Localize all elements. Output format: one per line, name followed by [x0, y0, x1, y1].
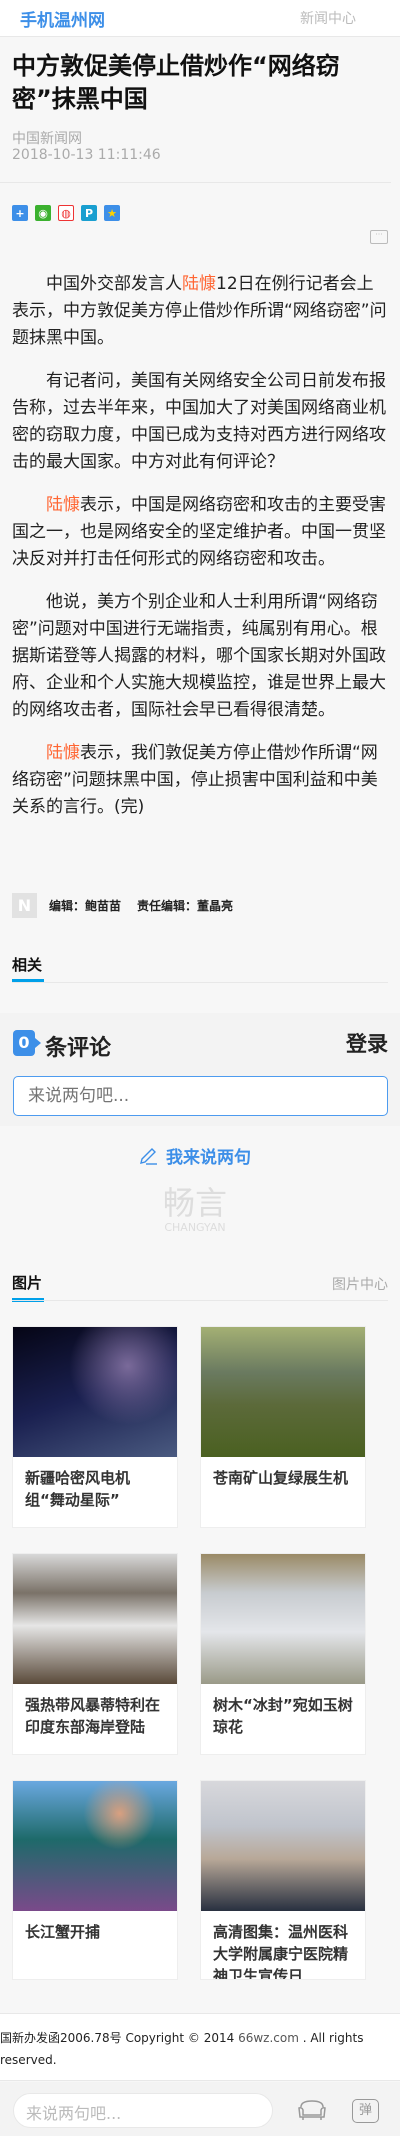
photo-card[interactable]: 强热带风暴蒂特利在印度东部海岸登陆: [12, 1553, 178, 1755]
person-link[interactable]: 陆慷: [182, 274, 216, 294]
text: 他说，美方个别企业和人士利用所谓“网络窃密”问题对中国进行无端指责，纯属别有用心…: [12, 592, 386, 720]
write-comment-button[interactable]: 我来说两句: [138, 1143, 251, 1168]
write-comment-label: 我来说两句: [166, 1148, 251, 1168]
top-bar: 手机温州网 新闻中心: [0, 0, 400, 37]
site-logo[interactable]: 手机温州网: [20, 6, 105, 31]
photo-card[interactable]: 苍南矿山复绿展生机: [200, 1326, 366, 1528]
article-body: 中国外交部发言人陆慷12日在例行记者会上表示，中方敦促美方停止借炒作所谓“网络窃…: [12, 271, 388, 837]
comment-input[interactable]: [13, 1076, 388, 1116]
photo-card[interactable]: 树木“冰封”宛如玉树琼花: [200, 1553, 366, 1755]
wechat-icon[interactable]: ◉: [35, 205, 51, 221]
photo-image: [13, 1554, 177, 1684]
site-link[interactable]: 66wz.com: [238, 2031, 299, 2045]
editor-info: N 编辑：鲍苗苗 责任编辑：董晶亮: [12, 893, 233, 918]
qzone-icon[interactable]: ★: [104, 205, 120, 221]
photo-image: [201, 1781, 365, 1911]
paragraph: 有记者问，美国有关网络安全公司日前发布报告称，过去半年来，中国加大了对美国网络商…: [12, 368, 388, 476]
comment-label: 条评论: [45, 1036, 112, 1061]
photo-card[interactable]: 新疆哈密风电机组“舞动星际”: [12, 1326, 178, 1528]
changyan-logo: 畅言 CHANGYAN: [163, 1185, 227, 1234]
photo-center-link[interactable]: 图片中心: [332, 1274, 388, 1294]
danmu-toggle[interactable]: 弹: [352, 2099, 379, 2123]
photo-image: [201, 1554, 365, 1684]
copyright: 国新办发函2006.78号 Copyright © 2014: [0, 2031, 239, 2045]
photo-caption: 苍南矿山复绿展生机: [213, 1469, 349, 1487]
comment-icon[interactable]: ···: [370, 230, 388, 244]
paragraph: 陆慷表示，中国是网络窃密和攻击的主要受害国之一，也是网络安全的坚定维护者。中国一…: [12, 492, 388, 573]
photo-card[interactable]: 高清图集：温州医科大学附属康宁医院精神卫生宣传日: [200, 1780, 366, 1980]
article-source: 中国新闻网: [12, 131, 82, 147]
sofa-icon[interactable]: [297, 2099, 327, 2121]
footer: 国新办发函2006.78号 Copyright © 2014 66wz.com …: [0, 2013, 400, 2081]
photo-caption: 长江蟹开捕: [25, 1923, 101, 1941]
addthis-icon[interactable]: +: [12, 205, 28, 221]
photo-caption: 树木“冰封”宛如玉树琼花: [213, 1696, 353, 1736]
person-link[interactable]: 陆慷: [46, 495, 80, 515]
editor-badge: N: [12, 893, 37, 918]
text: 有记者问，美国有关网络安全公司日前发布报告称，过去半年来，中国加大了对美国网络商…: [12, 371, 386, 472]
article-title: 中方敦促美停止借炒作“网络窃密”抹黑中国: [12, 52, 340, 113]
paragraph: 中国外交部发言人陆慷12日在例行记者会上表示，中方敦促美方停止借炒作所谓“网络窃…: [12, 271, 388, 352]
photo-image: [13, 1781, 177, 1911]
person-link[interactable]: 陆慷: [46, 743, 80, 763]
weibo-icon[interactable]: ◍: [58, 205, 74, 221]
photo-caption: 强热带风暴蒂特利在印度东部海岸登陆: [25, 1696, 161, 1736]
divider: [0, 182, 391, 183]
photo-image: [13, 1327, 177, 1457]
paragraph: 陆慷表示，我们敦促美方停止借炒作所谓“网络窃密”问题抹黑中国，停止损害中国利益和…: [12, 740, 388, 821]
brand-en: CHANGYAN: [164, 1221, 226, 1234]
photo-caption: 新疆哈密风电机组“舞动星际”: [25, 1469, 131, 1509]
comment-count: 0: [13, 1030, 41, 1056]
editor: 编辑：鲍苗苗: [49, 899, 122, 913]
divider: [12, 1300, 388, 1301]
chief-editor: 责任编辑：董晶亮: [137, 899, 234, 913]
bottom-comment-bar: 来说两句吧... 弹: [0, 2082, 400, 2136]
login-button[interactable]: 登录: [346, 1028, 388, 1058]
pencil-icon: [140, 1147, 157, 1165]
share-bar: + ◉ ◍ P ★: [12, 205, 120, 221]
news-center-link[interactable]: 新闻中心: [300, 8, 356, 28]
pengyou-icon[interactable]: P: [81, 205, 97, 221]
text: 中国外交部发言人: [46, 274, 182, 294]
divider: [12, 982, 388, 983]
photo-image: [201, 1327, 365, 1457]
brand-cn: 畅言: [163, 1184, 228, 1222]
bottom-comment-input[interactable]: 来说两句吧...: [13, 2093, 273, 2128]
related-title: 相关: [12, 956, 43, 974]
photo-card[interactable]: 长江蟹开捕: [12, 1780, 178, 1980]
photo-caption: 高清图集：温州医科大学附属康宁医院精神卫生宣传日: [213, 1923, 349, 1980]
paragraph: 他说，美方个别企业和人士利用所谓“网络窃密”问题对中国进行无端指责，纯属别有用心…: [12, 589, 388, 724]
photos-title: 图片: [12, 1274, 43, 1292]
article-date: 2018-10-13 11:11:46: [12, 147, 161, 163]
